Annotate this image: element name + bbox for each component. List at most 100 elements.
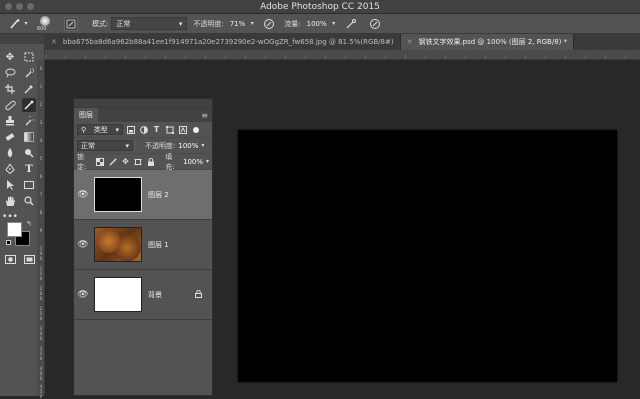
rectangle-tool-icon[interactable] [22, 178, 36, 192]
flow-input[interactable]: 100% [307, 20, 327, 28]
healing-brush-tool-icon[interactable] [3, 98, 17, 112]
blend-mode-select[interactable]: 正常 ▾ [77, 140, 133, 151]
history-brush-tool-icon[interactable] [22, 114, 36, 128]
eraser-tool-icon[interactable] [3, 130, 17, 144]
type-tool-icon[interactable]: T [22, 162, 36, 176]
pen-tool-icon[interactable] [3, 162, 17, 176]
chevron-down-icon[interactable]: ▾ [201, 142, 204, 149]
chevron-down-icon[interactable]: ▾ [248, 17, 256, 31]
ruler-tick-label: 7 [39, 192, 43, 197]
chevron-down-icon: ▾ [115, 125, 119, 134]
default-colors-icon[interactable] [6, 240, 11, 245]
chevron-down-icon[interactable]: ▾ [206, 158, 209, 165]
ruler-tick-label: 3 0 0 [39, 326, 43, 341]
layer-row[interactable]: 👁︎ 图层 2 [74, 170, 212, 220]
close-icon[interactable]: ✕ [51, 38, 57, 46]
brush-size-value: 600 [37, 25, 47, 32]
ruler-tick-label: 2 0 0 [39, 286, 43, 301]
panel-menu-icon[interactable]: ≡ [201, 111, 208, 120]
layer-thumbnail [94, 177, 142, 212]
chevron-down-icon: ▾ [178, 19, 183, 28]
lasso-tool-icon[interactable] [3, 66, 17, 80]
eye-icon[interactable]: 👁︎ [74, 240, 92, 250]
ruler-tick-label: 1 [39, 84, 43, 89]
layer-row[interactable]: 👁︎ 背景 [74, 270, 212, 320]
brush-tool-icon[interactable] [22, 98, 36, 112]
panel-drag-bar[interactable] [74, 99, 212, 108]
blend-mode-value: 正常 [81, 141, 95, 150]
close-icon[interactable]: ✕ [407, 38, 413, 46]
layer-name[interactable]: 图层 1 [148, 240, 169, 250]
layers-panel: 图层 ≡ ⚲ 类型 ▾ T 正常 ▾ 不透明度: 100% ▾ 锁定: ✥ 填充… [73, 98, 213, 396]
fill-input[interactable]: 100% [183, 158, 203, 166]
filter-pixel-icon[interactable] [125, 124, 136, 135]
options-bar: ▾ 600 模式: 正常 ▾ 不透明度: 71% ▾ 流量: 100% ▾ [0, 14, 640, 34]
layer-opacity-input[interactable]: 100% [178, 142, 198, 150]
tab-layers[interactable]: 图层 [74, 108, 98, 122]
ruler-tick-label: 3 5 0 [39, 346, 43, 361]
lock-transparent-icon[interactable] [95, 156, 105, 167]
quick-selection-tool-icon[interactable] [22, 66, 36, 80]
dodge-tool-icon[interactable] [22, 146, 36, 160]
ruler-tick-label: 4 0 0 [39, 366, 43, 381]
quick-mask-icon[interactable] [3, 252, 17, 266]
clone-stamp-tool-icon[interactable] [3, 114, 17, 128]
layer-filter-select[interactable]: ⚲ 类型 ▾ [77, 124, 123, 135]
gradient-tool-icon[interactable] [22, 130, 36, 144]
lock-artboard-icon[interactable] [133, 156, 143, 167]
document-canvas[interactable] [238, 130, 617, 382]
ruler-tick-label: 3 [39, 120, 43, 125]
search-icon: ⚲ [81, 125, 87, 134]
filter-adjustment-icon[interactable] [138, 124, 149, 135]
swap-colors-icon[interactable]: ↰ [26, 220, 32, 228]
filter-toggle-icon[interactable] [190, 124, 201, 135]
layer-opacity-label: 不透明度: [145, 141, 176, 150]
ruler-tick-label: 4 [39, 138, 43, 143]
tools-panel-header[interactable] [0, 34, 44, 44]
mode-label: 模式: [92, 19, 109, 28]
blur-tool-icon[interactable] [3, 146, 17, 160]
filter-type-icon[interactable]: T [151, 124, 162, 135]
ruler-tick-label: 2 5 0 [39, 306, 43, 321]
tab-source-image[interactable]: ✕ bba675ba8d6a962b88a41ee1f914971a20e273… [45, 34, 401, 50]
lock-all-icon[interactable] [146, 156, 156, 167]
foreground-color-swatch[interactable] [7, 222, 22, 237]
marquee-tool-icon[interactable] [22, 50, 36, 64]
pressure-size-icon[interactable] [368, 17, 382, 31]
brush-tool-icon[interactable] [8, 17, 22, 31]
zoom-tool-icon[interactable] [22, 194, 36, 208]
vertical-ruler: 0 1 2 3 4 5 6 7 8 9 1 0 0 1 5 0 2 0 0 2 … [37, 60, 45, 399]
lock-icon [195, 289, 202, 300]
brush-panel-toggle-icon[interactable] [64, 16, 78, 31]
tab-steel-text-psd[interactable]: ✕ 钢铁文字效果.psd @ 100% (图层 2, RGB/8) * [400, 34, 575, 50]
move-tool-icon[interactable]: ✥ [3, 50, 17, 64]
ruler-tick-label: 6 [39, 174, 43, 179]
airbrush-icon[interactable] [344, 17, 358, 31]
opacity-input[interactable]: 71% [230, 20, 246, 28]
layer-name[interactable]: 图层 2 [148, 190, 169, 200]
tab-label: 钢铁文字效果.psd @ 100% (图层 2, RGB/8) * [418, 38, 568, 46]
layer-name[interactable]: 背景 [148, 290, 162, 300]
filter-shape-icon[interactable] [164, 124, 175, 135]
path-selection-tool-icon[interactable] [3, 178, 17, 192]
eye-icon[interactable]: 👁︎ [74, 190, 92, 200]
chevron-down-icon[interactable]: ▾ [22, 17, 30, 31]
fill-label: 填充: [165, 152, 175, 171]
flow-label: 流量: [284, 19, 301, 28]
lock-position-icon[interactable]: ✥ [121, 156, 131, 167]
pressure-opacity-icon[interactable] [262, 17, 276, 31]
layer-row[interactable]: 👁︎ 图层 1 [74, 220, 212, 270]
mode-select[interactable]: 正常 ▾ [111, 17, 188, 30]
eye-icon[interactable]: 👁︎ [74, 290, 92, 300]
eyedropper-tool-icon[interactable] [22, 82, 36, 96]
ruler-tick-label: 2 [39, 102, 43, 107]
lock-pixels-icon[interactable] [108, 156, 118, 167]
crop-tool-icon[interactable] [3, 82, 17, 96]
brush-preset-picker[interactable]: 600 [34, 15, 56, 33]
filter-smart-object-icon[interactable] [177, 124, 188, 135]
horizontal-ruler [45, 50, 640, 60]
chevron-down-icon[interactable]: ▾ [330, 17, 338, 31]
screen-mode-icon[interactable] [22, 252, 36, 266]
hand-tool-icon[interactable] [3, 194, 17, 208]
ruler-tick-label: 4 5 0 [39, 384, 43, 399]
